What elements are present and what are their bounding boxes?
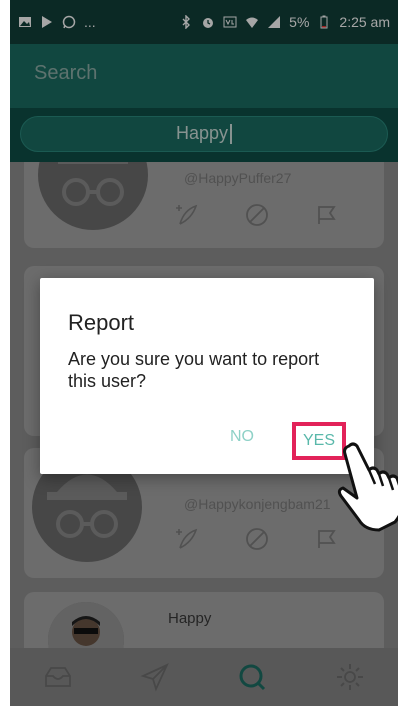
screen: ... 5% 2:25 am Search Happy @HappyPuffer… <box>10 0 398 706</box>
yes-button[interactable]: YES <box>303 432 335 450</box>
dialog-title: Report <box>68 310 135 335</box>
report-dialog: Report Are you sure you want to report t… <box>40 278 374 474</box>
pointing-hand-icon <box>337 442 398 532</box>
dialog-message: Are you sure you want to report this use… <box>68 349 320 391</box>
no-button[interactable]: NO <box>230 428 254 446</box>
